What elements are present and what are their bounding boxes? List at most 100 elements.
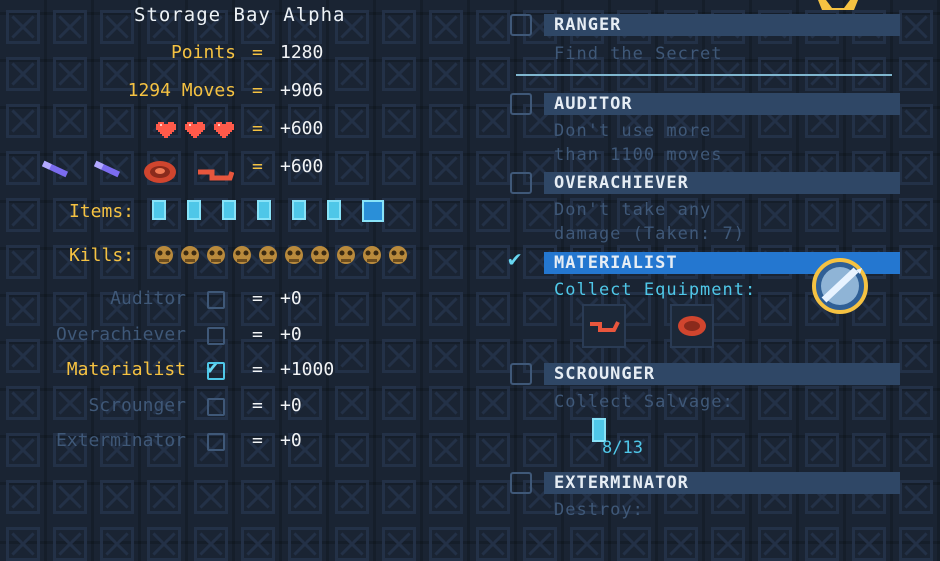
- bonus-checkbox: [207, 326, 225, 345]
- materialist-checkmark-icon[interactable]: ✔: [508, 247, 521, 272]
- bonus-label: Materialist: [66, 359, 186, 380]
- bonus-value: +0: [280, 323, 302, 345]
- kill-skull-icon: [233, 246, 251, 264]
- bonus-label: Overachiever: [55, 323, 186, 345]
- materialist-title: MATERIALIST: [554, 253, 678, 273]
- bonus-equals: =: [252, 323, 263, 345]
- background-tile: [899, 527, 933, 561]
- background-tile: [429, 527, 463, 561]
- core-item-icon: [362, 200, 384, 222]
- background-tile: [805, 527, 839, 561]
- bonus-equals: =: [252, 394, 263, 416]
- scrounger-checkbox[interactable]: [510, 363, 532, 385]
- score-summary-panel: Storage Bay Alpha Points = 1280 1294 Mov…: [0, 0, 470, 529]
- bonus-equals: =: [252, 288, 263, 309]
- overachiever-description-line2: damage (Taken: 7): [554, 224, 745, 244]
- exterminator-header: EXTERMINATOR: [544, 472, 900, 494]
- salvage-item-icon: [222, 200, 236, 220]
- equipment-slot-pipe: [582, 304, 626, 348]
- overachiever-description-line1: Don't take any: [554, 200, 712, 220]
- background-tile: [53, 527, 87, 561]
- exterminator-checkbox[interactable]: [510, 472, 532, 494]
- moves-equals: =: [252, 80, 263, 101]
- bonus-checkbox: [207, 397, 225, 416]
- scrounger-title: SCROUNGER: [554, 364, 656, 384]
- crowbar-icon: [93, 160, 121, 178]
- crowbar-icon: [41, 160, 69, 178]
- equipment-slot-coil: [670, 304, 714, 348]
- section-divider: [516, 74, 892, 76]
- bonus-checkbox: [207, 362, 225, 380]
- points-value: 1280: [280, 42, 324, 63]
- kill-skull-icon: [389, 246, 407, 264]
- pipe-icon: [198, 169, 234, 181]
- achievements-panel: RANGER Find the Secret AUDITOR Don't use…: [470, 0, 940, 529]
- salvage-item-icon: [257, 200, 271, 220]
- hearts-value: +600: [280, 118, 324, 139]
- bonus-label: Exterminator: [55, 430, 186, 451]
- ranger-description: Find the Secret: [554, 44, 723, 64]
- kill-skull-icon: [363, 246, 381, 264]
- kill-skull-icon: [259, 246, 277, 264]
- overachiever-checkbox[interactable]: [510, 172, 532, 194]
- background-tile: [758, 527, 792, 561]
- scrounger-description: Collect Salvage:: [554, 392, 734, 412]
- background-tile: [194, 527, 228, 561]
- equipment-equals: =: [252, 156, 263, 177]
- background-tile: [711, 527, 745, 561]
- kill-skull-icon: [337, 246, 355, 264]
- background-tile: [6, 527, 40, 561]
- materialist-description: Collect Equipment:: [554, 280, 757, 300]
- pipe-icon: [590, 321, 620, 332]
- bonus-value: +0: [280, 430, 302, 451]
- background-tile: [147, 527, 181, 561]
- background-tile: [523, 527, 557, 561]
- auditor-title: AUDITOR: [554, 94, 633, 114]
- points-equals: =: [252, 42, 263, 63]
- heart-icon: [214, 120, 234, 138]
- heart-icon: [156, 120, 176, 138]
- kills-label: Kills:: [68, 245, 134, 266]
- materialist-badge-icon: [812, 258, 868, 314]
- moves-label: 1294 Moves: [127, 80, 236, 101]
- salvage-item-icon: [327, 200, 341, 220]
- bonus-checkbox: [207, 433, 225, 451]
- bonus-checkbox: [207, 291, 225, 309]
- auditor-header: AUDITOR: [544, 93, 900, 115]
- background-tile: [664, 527, 698, 561]
- salvage-progress: 8/13: [602, 438, 643, 458]
- bonus-equals: =: [252, 430, 263, 451]
- ranger-checkbox[interactable]: [510, 14, 532, 36]
- kill-skull-icon: [181, 246, 199, 264]
- salvage-item-icon: [152, 200, 166, 220]
- moves-value: +906: [280, 80, 324, 101]
- bonus-label: Scrounger: [88, 394, 186, 416]
- background-tile: [335, 527, 369, 561]
- heart-icon: [185, 120, 205, 138]
- bonus-value: +0: [280, 288, 302, 309]
- auditor-description-line2: than 1100 moves: [554, 145, 723, 165]
- coil-icon: [144, 161, 176, 183]
- points-label: Points: [170, 42, 236, 63]
- overachiever-header: OVERACHIEVER: [544, 172, 900, 194]
- bonus-value: +1000: [280, 359, 335, 380]
- background-tile: [476, 527, 510, 561]
- kill-skull-icon: [311, 246, 329, 264]
- background-tile: [241, 527, 275, 561]
- background-tile: [852, 527, 886, 561]
- ranger-title: RANGER: [554, 15, 622, 35]
- kill-skull-icon: [155, 246, 173, 264]
- kill-skull-icon: [285, 246, 303, 264]
- equipment-value: +600: [280, 156, 324, 177]
- kill-skull-icon: [207, 246, 225, 264]
- items-label: Items:: [68, 201, 134, 222]
- salvage-item-icon: [292, 200, 306, 220]
- bonus-label: Auditor: [110, 288, 186, 309]
- bonus-equals: =: [252, 359, 263, 380]
- auditor-checkbox[interactable]: [510, 93, 532, 115]
- background-tile: [617, 527, 651, 561]
- level-title: Storage Bay Alpha: [134, 4, 346, 26]
- background-tile: [570, 527, 604, 561]
- hearts-equals: =: [252, 118, 263, 139]
- coil-icon: [678, 316, 706, 336]
